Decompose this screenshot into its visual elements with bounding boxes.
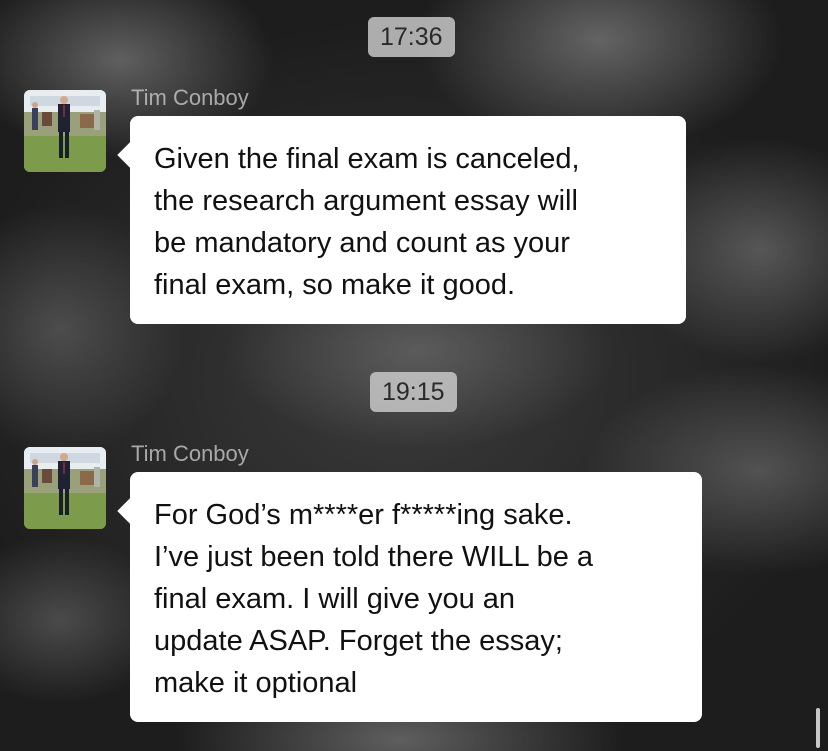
message-text: For God’s m****er f*****ing sake. I’ve j… [154, 499, 594, 699]
bubble-tail [117, 498, 143, 524]
message-bubble[interactable]: Given the final exam is canceled, the re… [117, 116, 686, 324]
sender-avatar[interactable] [24, 90, 106, 172]
scrollbar[interactable] [816, 708, 820, 748]
timestamp-1: 17:36 [368, 17, 455, 57]
sender-avatar[interactable] [24, 447, 106, 529]
bubble-tail [117, 142, 143, 168]
avatar-photo-icon [24, 447, 106, 529]
sender-name: Tim Conboy [131, 85, 249, 110]
message-bubble[interactable]: For God’s m****er f*****ing sake. I’ve j… [117, 472, 702, 722]
avatar-photo-icon [24, 90, 106, 172]
timestamp-2: 19:15 [370, 372, 457, 412]
chat-view: { "messages": [ { "timestamp": "17:36", … [0, 0, 828, 751]
sender-name: Tim Conboy [131, 441, 249, 466]
message-text: Given the final exam is canceled, the re… [154, 143, 580, 301]
